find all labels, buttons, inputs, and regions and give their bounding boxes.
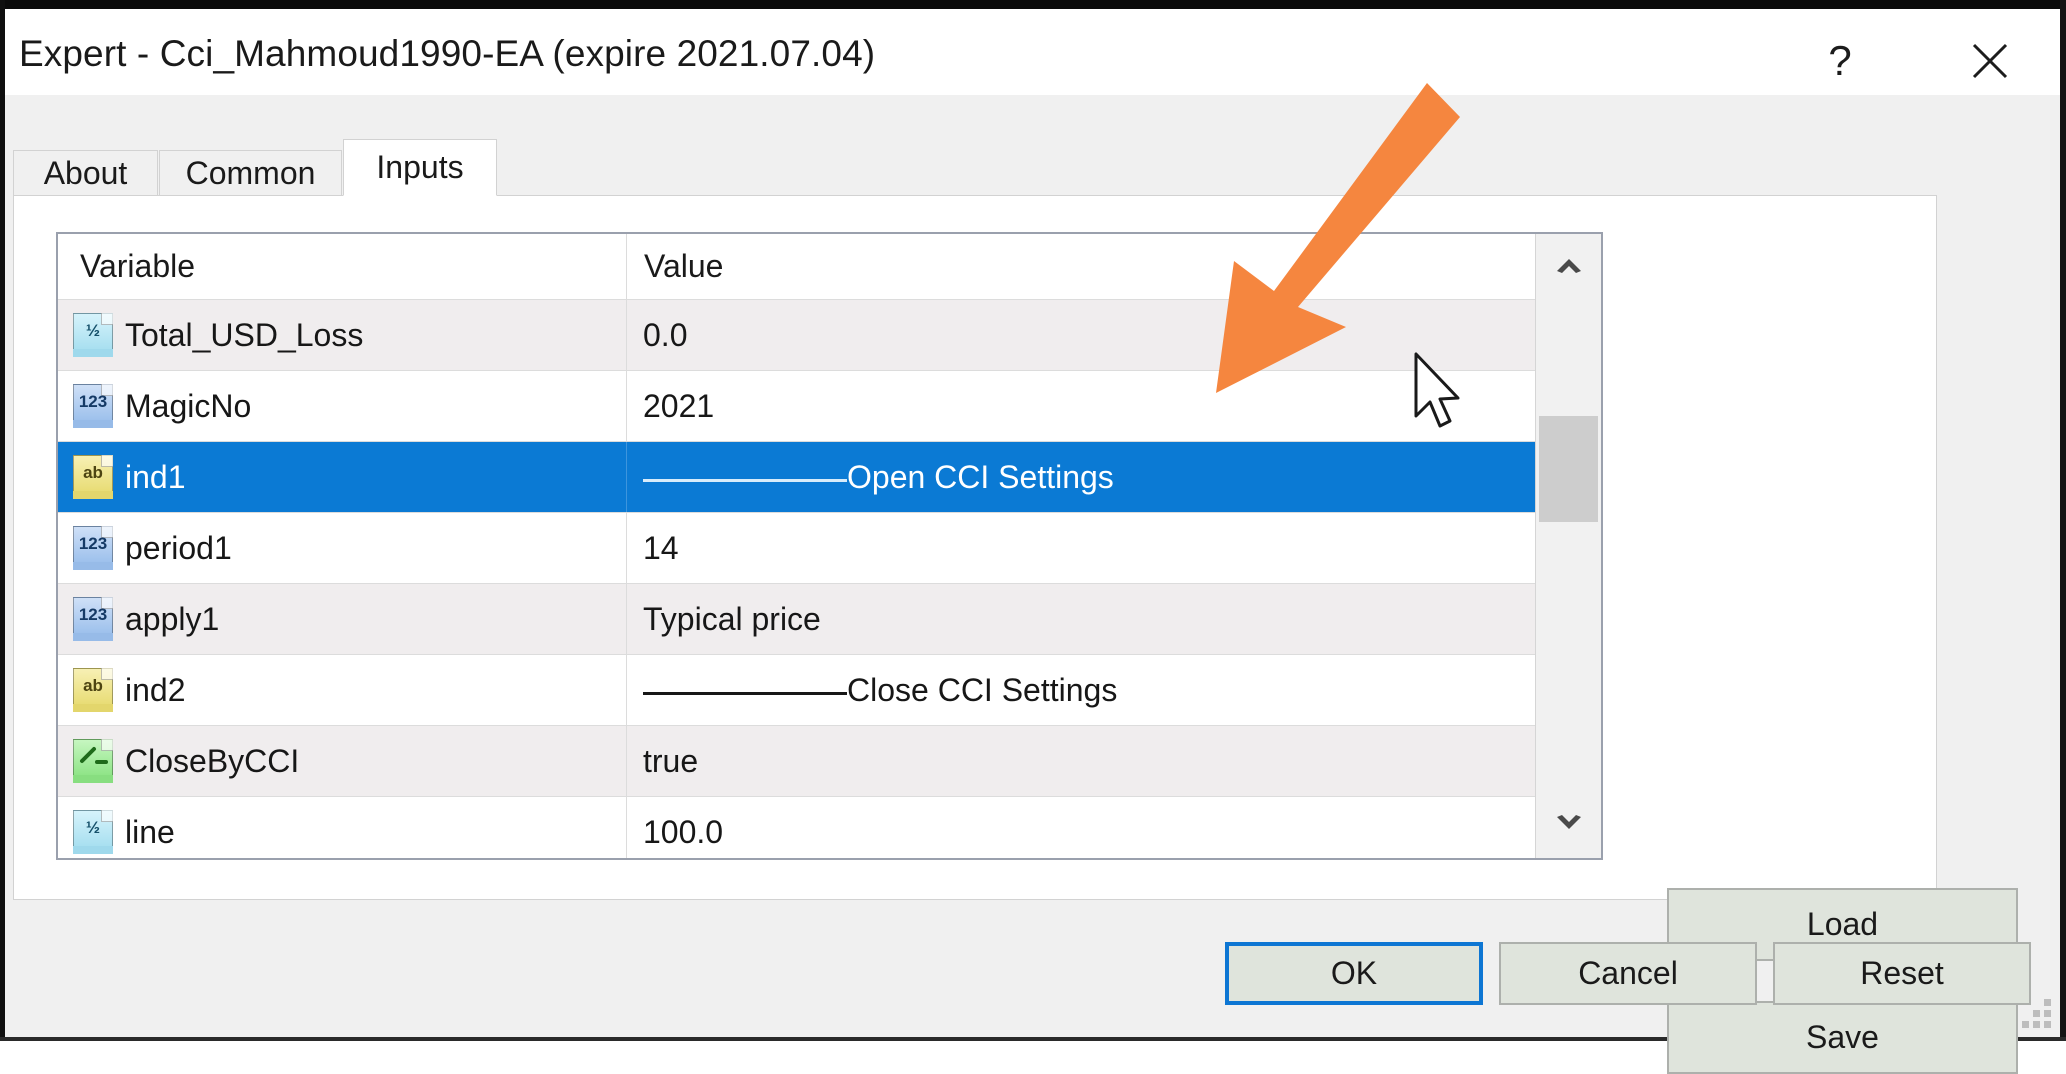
value-text: Close CCI Settings — [627, 672, 1535, 709]
scroll-up-button[interactable] — [1536, 234, 1601, 300]
int-type-icon: 123 — [73, 384, 113, 428]
help-button[interactable]: ? — [1780, 18, 1900, 104]
ok-button-label: OK — [1331, 955, 1377, 992]
cancel-button-label: Cancel — [1578, 955, 1678, 992]
save-button[interactable]: Save — [1667, 1001, 2018, 1074]
save-button-label: Save — [1806, 1019, 1879, 1056]
cell-value[interactable]: 0.0 — [627, 300, 1535, 370]
cell-variable[interactable]: ab ind2 — [58, 655, 626, 725]
title-bar[interactable]: Expert - Cci_Mahmoud1990-EA (expire 2021… — [5, 9, 2060, 95]
type-icon-label: 123 — [73, 391, 113, 413]
variable-name: period1 — [125, 530, 232, 567]
value-text: true — [643, 743, 698, 780]
window-title: Expert - Cci_Mahmoud1990-EA (expire 2021… — [19, 33, 875, 75]
cell-variable[interactable]: 123 apply1 — [58, 584, 626, 654]
value-text: 0.0 — [643, 317, 687, 354]
grid-body: ½ Total_USD_Loss 0.0 123 MagicNo 2021 ab ind1 Op… — [58, 300, 1535, 860]
window-edge-right — [2060, 0, 2066, 1041]
table-row[interactable]: ½ line 100.0 — [58, 797, 1535, 860]
tab-inputs-label: Inputs — [376, 149, 463, 186]
tab-about[interactable]: About — [13, 150, 158, 195]
cell-variable[interactable]: ½ line — [58, 797, 626, 860]
grid-vertical-scrollbar[interactable] — [1535, 234, 1601, 858]
variable-name: ind1 — [125, 459, 186, 496]
close-button[interactable] — [1930, 18, 2050, 104]
grid-header-row: Variable Value — [58, 234, 1535, 300]
table-row[interactable]: 123 MagicNo 2021 — [58, 371, 1535, 442]
bool-type-icon — [73, 739, 113, 783]
cancel-button[interactable]: Cancel — [1499, 942, 1757, 1005]
tab-about-label: About — [44, 155, 128, 192]
string-type-icon: ab — [73, 455, 113, 499]
ok-button[interactable]: OK — [1225, 942, 1483, 1005]
cell-variable[interactable]: 123 period1 — [58, 513, 626, 583]
table-row[interactable]: ab ind2 Close CCI Settings — [58, 655, 1535, 726]
double-type-icon: ½ — [73, 313, 113, 357]
column-header-value[interactable]: Value — [644, 234, 723, 299]
dialog-screenshot: Expert - Cci_Mahmoud1990-EA (expire 2021… — [0, 0, 2066, 1041]
cell-variable[interactable]: CloseByCCI — [58, 726, 626, 796]
cell-variable[interactable]: ab ind1 — [58, 442, 626, 512]
reset-button-label: Reset — [1860, 955, 1944, 992]
load-button-label: Load — [1807, 906, 1878, 943]
tab-strip: About Common Inputs — [13, 139, 1937, 195]
type-icon-label: ½ — [73, 320, 113, 342]
reset-button[interactable]: Reset — [1773, 942, 2031, 1005]
int-type-icon: 123 — [73, 597, 113, 641]
value-text: 2021 — [643, 388, 714, 425]
question-mark-icon: ? — [1828, 37, 1851, 85]
variable-name: ind2 — [125, 672, 186, 709]
table-row[interactable]: 123 period1 14 — [58, 513, 1535, 584]
value-text: Typical price — [643, 601, 821, 638]
scrollbar-thumb[interactable] — [1539, 416, 1598, 522]
type-icon-label: ab — [73, 675, 113, 697]
type-icon-label: ab — [73, 462, 113, 484]
value-text: Open CCI Settings — [627, 459, 1535, 496]
cell-variable[interactable]: 123 MagicNo — [58, 371, 626, 441]
underscore-prefix — [643, 479, 847, 482]
variable-name: apply1 — [125, 601, 219, 638]
cell-value[interactable]: true — [627, 726, 1535, 796]
grid-rows-container: Variable Value ½ Total_USD_Loss 0.0 123 Magi… — [58, 234, 1535, 858]
cell-value[interactable]: Open CCI Settings — [627, 442, 1535, 512]
window-edge-top — [0, 0, 2066, 9]
inputs-grid[interactable]: Variable Value ½ Total_USD_Loss 0.0 123 Magi… — [56, 232, 1603, 860]
cell-value[interactable]: 14 — [627, 513, 1535, 583]
cell-value[interactable]: 100.0 — [627, 797, 1535, 860]
tab-common[interactable]: Common — [159, 150, 342, 195]
scroll-down-button[interactable] — [1536, 792, 1601, 858]
table-row[interactable]: ½ Total_USD_Loss 0.0 — [58, 300, 1535, 371]
double-type-icon: ½ — [73, 810, 113, 854]
string-type-icon: ab — [73, 668, 113, 712]
tab-inputs[interactable]: Inputs — [343, 139, 497, 196]
cell-value[interactable]: Typical price — [627, 584, 1535, 654]
type-icon-label: 123 — [73, 604, 113, 626]
resize-grip[interactable] — [2022, 999, 2052, 1029]
type-icon-label: 123 — [73, 533, 113, 555]
table-row[interactable]: 123 apply1 Typical price — [58, 584, 1535, 655]
chevron-up-icon — [1552, 254, 1586, 281]
variable-name: MagicNo — [125, 388, 251, 425]
value-text: 14 — [643, 530, 679, 567]
cell-value[interactable]: Close CCI Settings — [627, 655, 1535, 725]
inputs-tab-panel: Variable Value ½ Total_USD_Loss 0.0 123 Magi… — [13, 195, 1937, 900]
variable-name: Total_USD_Loss — [125, 317, 363, 354]
int-type-icon: 123 — [73, 526, 113, 570]
tab-common-label: Common — [186, 155, 316, 192]
cell-variable[interactable]: ½ Total_USD_Loss — [58, 300, 626, 370]
table-row[interactable]: ab ind1 Open CCI Settings — [58, 442, 1535, 513]
column-header-variable[interactable]: Variable — [80, 234, 195, 299]
table-row[interactable]: CloseByCCI true — [58, 726, 1535, 797]
close-x-icon — [1968, 39, 2012, 83]
value-text: 100.0 — [643, 814, 723, 851]
variable-name: CloseByCCI — [125, 743, 299, 780]
chevron-down-icon — [1552, 812, 1586, 839]
type-icon-label: ½ — [73, 817, 113, 839]
underscore-prefix — [643, 692, 847, 695]
cell-value[interactable]: 2021 — [627, 371, 1535, 441]
variable-name: line — [125, 814, 175, 851]
column-divider — [626, 234, 627, 299]
